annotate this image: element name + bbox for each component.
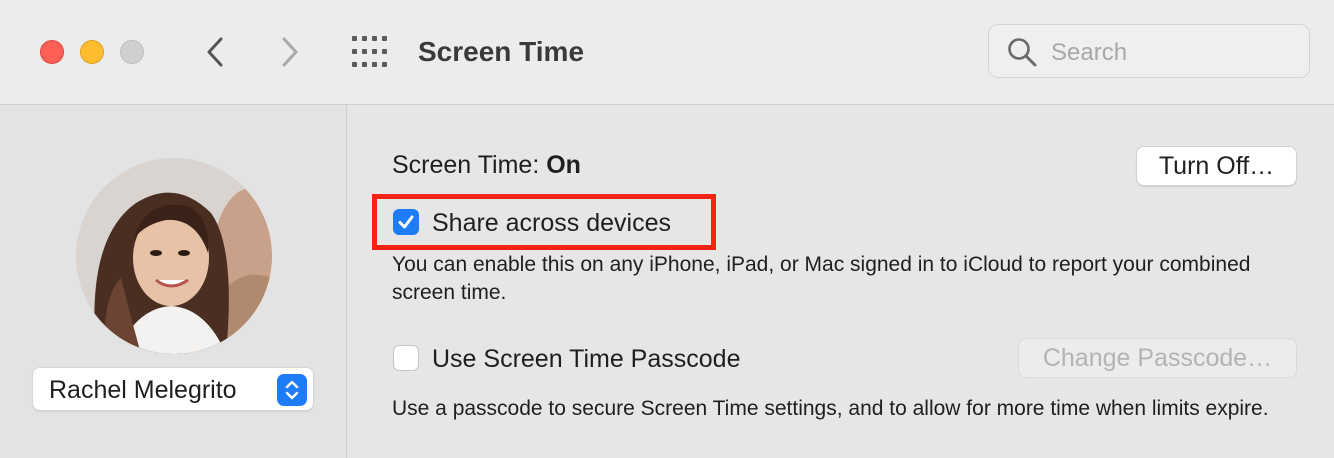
sidebar: Rachel Melegrito xyxy=(0,105,347,458)
turn-off-button[interactable]: Turn Off… xyxy=(1136,146,1297,186)
use-passcode-checkbox[interactable] xyxy=(393,345,419,371)
show-all-grid-icon[interactable] xyxy=(352,36,388,68)
avatar xyxy=(76,158,272,354)
chevron-left-icon xyxy=(207,37,223,67)
title-bar: Screen Time xyxy=(0,0,1334,105)
minimize-window-button[interactable] xyxy=(80,40,104,64)
window-title: Screen Time xyxy=(418,36,585,67)
share-across-devices-label[interactable]: Share across devices xyxy=(432,207,671,239)
close-window-button[interactable] xyxy=(40,40,64,64)
share-across-devices-checkbox[interactable] xyxy=(393,209,419,235)
popup-chevron-icon xyxy=(277,374,307,406)
zoom-window-button[interactable] xyxy=(120,40,144,64)
screen-time-status: Screen Time: On xyxy=(392,149,581,181)
search-icon xyxy=(1008,38,1037,67)
search-input[interactable] xyxy=(1049,35,1293,71)
status-label: Screen Time: xyxy=(392,151,547,179)
main-panel: Screen Time: On Turn Off… Share across d… xyxy=(347,105,1334,458)
forward-button[interactable] xyxy=(275,34,305,70)
passcode-description: Use a passcode to secure Screen Time set… xyxy=(392,397,1269,420)
user-popup-button[interactable]: Rachel Melegrito xyxy=(32,367,314,411)
use-passcode-label[interactable]: Use Screen Time Passcode xyxy=(432,343,740,375)
user-name: Rachel Melegrito xyxy=(49,376,237,404)
change-passcode-button[interactable]: Change Passcode… xyxy=(1018,338,1297,378)
share-description: You can enable this on any iPhone, iPad,… xyxy=(392,253,1251,304)
back-button[interactable] xyxy=(200,34,230,70)
chevron-right-icon xyxy=(282,37,298,67)
search-field[interactable] xyxy=(988,24,1310,78)
status-value: On xyxy=(546,151,581,179)
checkmark-icon xyxy=(398,215,414,229)
